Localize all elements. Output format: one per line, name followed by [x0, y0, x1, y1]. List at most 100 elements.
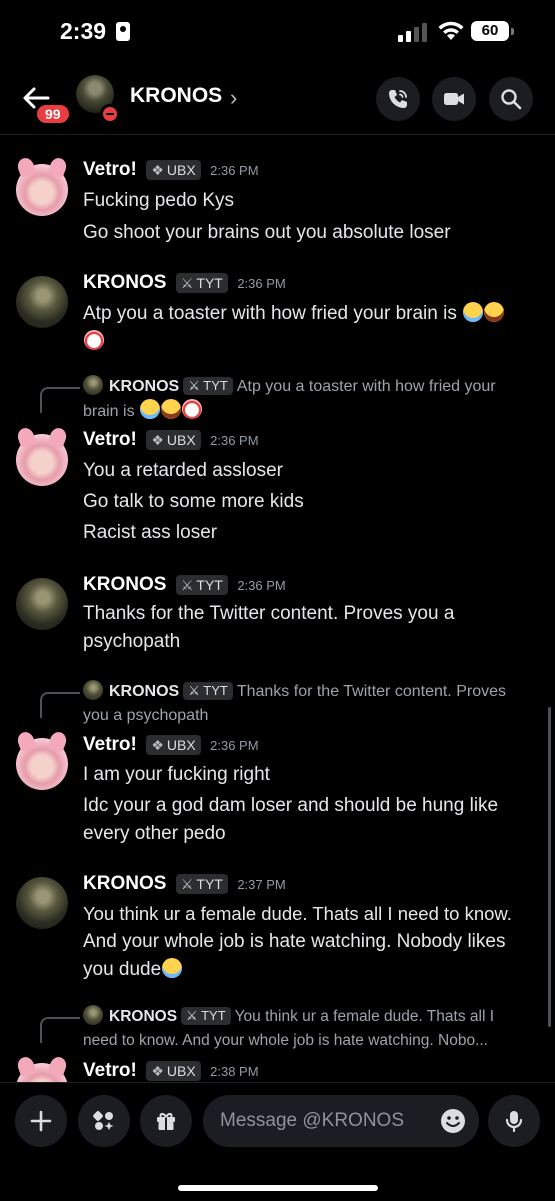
message-header: Vetro! ❖ UBX 2:36 PM	[83, 734, 259, 758]
phone-call-icon	[389, 90, 407, 108]
cellular-signal-icon	[398, 22, 428, 42]
contact-card-icon	[116, 22, 130, 41]
search-button[interactable]	[489, 77, 533, 121]
voice-message-button[interactable]	[488, 1095, 540, 1147]
message-text: you dude	[83, 956, 543, 984]
message-text: Go shoot your brains out you absolute lo…	[83, 222, 451, 243]
server-tag[interactable]: ❖ UBX	[146, 1061, 201, 1081]
unread-badge: 99	[34, 102, 72, 126]
server-tag[interactable]: ⚔ TYT	[175, 874, 228, 894]
reply-avatar	[83, 1005, 103, 1025]
avatar[interactable]	[16, 738, 68, 790]
reply-author: KRONOS	[109, 683, 180, 700]
reply-connector	[40, 1017, 80, 1043]
server-tag-label: UBX	[166, 162, 196, 178]
server-tag[interactable]: ❖ UBX	[146, 160, 201, 180]
message-text: You a retarded assloser	[83, 460, 283, 481]
gift-icon	[157, 1113, 175, 1130]
status-bar: 2:39 60	[0, 0, 555, 66]
author-name[interactable]: KRONOS	[83, 873, 166, 894]
reply-text: Thanks for the Twitter content. Proves	[236, 683, 506, 700]
author-name[interactable]: KRONOS	[83, 574, 166, 595]
author-name[interactable]: Vetro!	[83, 734, 137, 755]
reply-tag-label: TYT	[203, 683, 228, 698]
author-name[interactable]: KRONOS	[83, 272, 166, 293]
author-name[interactable]: Vetro!	[83, 1060, 137, 1081]
server-tag-label: UBX	[166, 1063, 196, 1079]
timestamp: 2:37 PM	[237, 876, 286, 892]
author-name[interactable]: Vetro!	[83, 429, 137, 450]
server-tag[interactable]: ❖ UBX	[146, 430, 201, 450]
reply-avatar	[83, 375, 103, 395]
server-tag[interactable]: ⚔ TYT	[175, 273, 228, 293]
clown-emoji-icon	[182, 399, 203, 419]
avatar[interactable]	[16, 276, 68, 328]
microphone-icon	[505, 1111, 523, 1133]
message-text: Idc your a god dam loser and should be h…	[83, 795, 499, 816]
chevron-right-icon[interactable]: ›	[230, 85, 237, 111]
crying-emoji-icon	[463, 302, 484, 322]
message-text-content: Atp you a toaster with how fried your br…	[83, 303, 457, 324]
avatar[interactable]	[16, 877, 68, 929]
reply-connector	[40, 387, 80, 413]
dnd-status-icon	[100, 104, 120, 124]
reply-tag-label: TYT	[203, 378, 228, 393]
reply-avatar	[83, 680, 103, 700]
reply-tag: ⚔ TYT	[181, 1007, 231, 1025]
server-tag[interactable]: ❖ UBX	[146, 735, 201, 755]
server-tag[interactable]: ⚔ TYT	[175, 575, 228, 595]
laughing-emoji-icon	[484, 302, 505, 322]
gift-button[interactable]	[140, 1095, 192, 1147]
timestamp: 2:36 PM	[210, 432, 259, 448]
timestamp: 2:36 PM	[210, 162, 259, 178]
message-header: Vetro! ❖ UBX 2:38 PM	[83, 1060, 259, 1082]
reply-connector	[40, 692, 80, 718]
status-time: 2:39	[60, 18, 107, 44]
reply-preview[interactable]: KRONOS ⚔ TYT You think ur a female dude. T…	[83, 1005, 543, 1053]
scrollbar[interactable]	[548, 707, 551, 1027]
message-text: You think ur a female dude. Thats all I …	[83, 903, 512, 924]
message-header: KRONOS ⚔ TYT 2:37 PM	[83, 873, 286, 897]
message-list[interactable]: Vetro! ❖ UBX 2:36 PM Fucking pedo Kys Go …	[0, 135, 555, 1082]
swords-icon: ⚔	[180, 876, 194, 892]
message-text-content: you dude	[83, 959, 162, 980]
apps-button[interactable]	[78, 1095, 130, 1147]
call-button[interactable]	[376, 77, 420, 121]
message-input-placeholder: Message @KRONOS	[220, 1110, 405, 1131]
message-header: KRONOS ⚔ TYT 2:36 PM	[83, 574, 286, 598]
message-text: I am your fucking right	[83, 764, 270, 785]
home-indicator[interactable]	[178, 1185, 378, 1191]
add-attachment-button[interactable]	[15, 1095, 67, 1147]
timestamp: 2:38 PM	[210, 1063, 259, 1079]
server-tag-label: TYT	[196, 577, 223, 593]
reply-text: you a psychopath	[83, 707, 209, 724]
author-name[interactable]: Vetro!	[83, 159, 137, 180]
message-text: psychopath	[83, 631, 181, 652]
reply-preview[interactable]: KRONOS ⚔ TYT Atp you a toaster with how fr…	[83, 375, 543, 424]
message-input[interactable]: Message @KRONOS	[203, 1095, 479, 1147]
avatar[interactable]	[16, 434, 68, 486]
message-header: KRONOS ⚔ TYT 2:36 PM	[83, 272, 286, 296]
dm-header: 99 KRONOS ›	[0, 66, 555, 135]
reply-text: You think ur a female dude. Thats all I	[234, 1008, 495, 1025]
diamond-icon: ❖	[151, 162, 164, 178]
video-camera-icon	[444, 93, 464, 105]
avatar[interactable]	[16, 1063, 68, 1082]
reply-tag: ⚔ TYT	[183, 377, 233, 395]
reply-text: brain is	[83, 403, 135, 420]
page-title[interactable]: KRONOS	[130, 84, 222, 108]
message-text: Fucking pedo Kys	[83, 190, 235, 211]
reply-preview[interactable]: KRONOS ⚔ TYT Thanks for the Twitter conten…	[83, 680, 543, 728]
timestamp: 2:36 PM	[210, 737, 259, 753]
message-header: Vetro! ❖ UBX 2:36 PM	[83, 429, 259, 453]
emoji-icon[interactable]	[439, 1107, 467, 1135]
reply-author: KRONOS	[109, 1008, 178, 1025]
crying-emoji-icon	[162, 958, 183, 978]
video-call-button[interactable]	[432, 77, 476, 121]
avatar[interactable]	[16, 164, 68, 216]
diamond-icon: ❖	[151, 737, 164, 753]
plus-icon	[30, 1110, 52, 1132]
composer-bar: Message @KRONOS	[0, 1082, 555, 1201]
server-tag-label: UBX	[166, 432, 196, 448]
avatar[interactable]	[16, 578, 68, 630]
